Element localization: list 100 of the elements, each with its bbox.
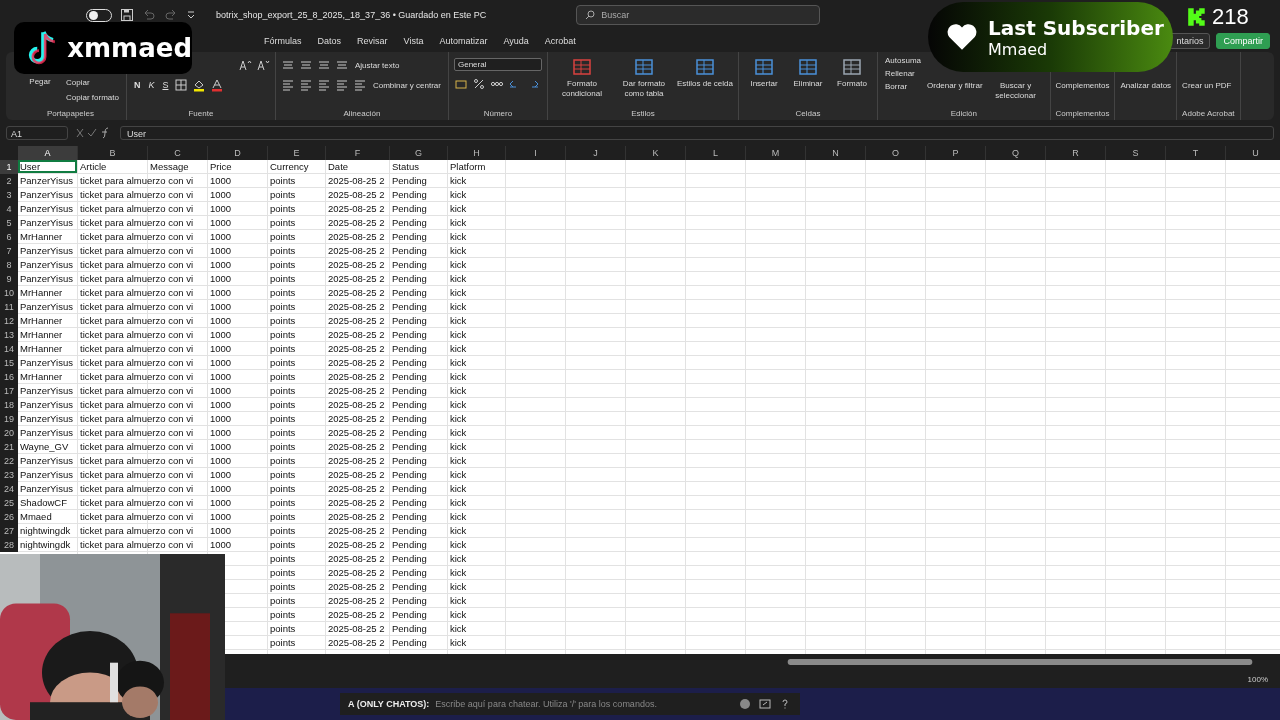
format-button[interactable]: K xyxy=(146,80,157,90)
ribbon-button[interactable]: Eliminar xyxy=(788,55,828,89)
menu-tab[interactable]: Vista xyxy=(403,34,424,48)
ribbon-button[interactable]: Copiar formato xyxy=(64,92,121,103)
ribbon-button[interactable]: Rellenar xyxy=(883,68,923,79)
align-icon[interactable] xyxy=(334,58,349,72)
row-header[interactable]: 28 xyxy=(0,538,18,552)
align-icon[interactable] xyxy=(334,78,349,92)
format-button[interactable]: S xyxy=(160,80,171,90)
row-header[interactable]: 2 xyxy=(0,174,18,188)
row-header[interactable]: 10 xyxy=(0,286,18,300)
row-header[interactable]: 1 xyxy=(0,160,18,174)
row-header[interactable]: 13 xyxy=(0,328,18,342)
menu-tab[interactable]: Datos xyxy=(317,34,342,48)
ribbon-button[interactable]: Dar formato como tabla xyxy=(614,55,673,99)
ribbon-button[interactable]: Copiar xyxy=(64,77,121,88)
ribbon-button[interactable]: Insertar xyxy=(744,55,784,89)
table-cell: 2025-08-25 2 xyxy=(328,454,385,467)
table-cell: MrHanner xyxy=(20,230,63,243)
undo-icon[interactable] xyxy=(142,8,156,22)
shrink-font-icon[interactable] xyxy=(255,58,270,72)
row-header[interactable]: 19 xyxy=(0,412,18,426)
row-header[interactable]: 20 xyxy=(0,426,18,440)
percent-icon[interactable] xyxy=(471,77,486,91)
row-header[interactable]: 12 xyxy=(0,314,18,328)
row-header[interactable]: 22 xyxy=(0,454,18,468)
grow-font-icon[interactable] xyxy=(237,58,252,72)
align-icon[interactable] xyxy=(298,58,313,72)
row-header[interactable]: 6 xyxy=(0,230,18,244)
zoom-level[interactable]: 100% xyxy=(1247,674,1268,684)
formula-field[interactable]: User xyxy=(120,126,1274,140)
row-header[interactable]: 4 xyxy=(0,202,18,216)
table-cell: MrHanner xyxy=(20,370,63,383)
search-field[interactable]: Buscar xyxy=(576,5,821,25)
align-icon[interactable] xyxy=(352,78,367,92)
format-button[interactable]: N xyxy=(131,80,143,90)
menu-tab[interactable]: Ayuda xyxy=(503,34,529,48)
menu-tab[interactable]: Fórmulas xyxy=(264,34,302,48)
save-icon[interactable] xyxy=(120,8,134,22)
table-cell: kick xyxy=(450,328,467,341)
name-box[interactable]: A1 xyxy=(6,126,68,140)
file-name[interactable]: botrix_shop_export_25_8_2025,_18_37_36 • Guardado en Este PC xyxy=(216,10,487,20)
align-icon[interactable] xyxy=(298,78,313,92)
wrap-text-button[interactable]: Ajustar texto xyxy=(352,59,402,71)
ribbon-button[interactable]: Ordenar y filtrar xyxy=(927,79,983,91)
row-header[interactable]: 9 xyxy=(0,272,18,286)
ribbon-button[interactable]: Formato xyxy=(832,55,872,89)
table-cell: Pending xyxy=(392,412,427,425)
row-header[interactable]: 23 xyxy=(0,468,18,482)
row-header[interactable]: 7 xyxy=(0,244,18,258)
menu-tab[interactable]: Automatizar xyxy=(439,34,488,48)
ribbon-button[interactable]: Estilos de celda xyxy=(676,55,733,89)
table-cell: PanzerYisus xyxy=(20,258,73,271)
row-header[interactable]: 15 xyxy=(0,356,18,370)
table-cell: 2025-08-25 2 xyxy=(328,412,385,425)
table-cell: User xyxy=(20,160,41,173)
row-header[interactable]: 8 xyxy=(0,258,18,272)
align-icon[interactable] xyxy=(316,78,331,92)
share-icon[interactable] xyxy=(758,697,772,711)
column-header[interactable]: A xyxy=(18,146,78,160)
fill-color-icon[interactable] xyxy=(192,78,207,92)
chat-bar[interactable]: A (ONLY CHATOS): Escribe aquí para chatear. Utiliza '/' para los comandos. xyxy=(340,693,800,715)
ribbon-button[interactable]: Complementos xyxy=(1055,79,1110,91)
menu-tab[interactable]: Revisar xyxy=(357,34,388,48)
chat-input[interactable]: Escribe aquí para chatear. Utiliza '/' para los comandos. xyxy=(435,698,732,710)
align-icon[interactable] xyxy=(280,58,295,72)
font-color-icon[interactable] xyxy=(210,78,225,92)
ribbon-button[interactable]: Crear un PDF xyxy=(1182,79,1232,91)
merge-center-button[interactable]: Combinar y centrar xyxy=(370,79,443,91)
row-header[interactable]: 24 xyxy=(0,482,18,496)
borders-icon[interactable] xyxy=(174,78,189,92)
row-header[interactable]: 21 xyxy=(0,440,18,454)
row-header[interactable]: 11 xyxy=(0,300,18,314)
row-header[interactable]: 3 xyxy=(0,188,18,202)
ribbon-button[interactable]: Pegar xyxy=(20,77,60,87)
row-header[interactable]: 25 xyxy=(0,496,18,510)
number-format-dropdown[interactable]: General xyxy=(453,58,542,71)
ribbon-button[interactable]: Autosuma xyxy=(883,55,923,66)
row-header[interactable]: 26 xyxy=(0,510,18,524)
table-cell: ticket para almuerzo con vi xyxy=(80,510,193,523)
row-header[interactable]: 18 xyxy=(0,398,18,412)
ribbon-button[interactable]: Formato condicional xyxy=(552,55,611,99)
row-header[interactable]: 27 xyxy=(0,524,18,538)
row-header[interactable]: 16 xyxy=(0,370,18,384)
menu-tab[interactable]: Acrobat xyxy=(544,34,576,48)
redo-icon[interactable] xyxy=(164,8,178,22)
ribbon-button[interactable]: Borrar xyxy=(883,81,923,92)
search-input[interactable]: Buscar xyxy=(601,9,782,21)
row-header[interactable]: 17 xyxy=(0,384,18,398)
table-cell: ticket para almuerzo con vi xyxy=(80,468,193,481)
ribbon-button[interactable]: Buscar y seleccionar xyxy=(986,79,1045,101)
row-header[interactable]: 14 xyxy=(0,342,18,356)
customize-icon[interactable] xyxy=(186,10,196,20)
align-icon[interactable] xyxy=(280,78,295,92)
ribbon-button[interactable]: Analizar datos xyxy=(1120,79,1172,91)
comments-button[interactable]: ntarios xyxy=(1169,33,1211,49)
row-header[interactable]: 5 xyxy=(0,216,18,230)
align-icon[interactable] xyxy=(316,58,331,72)
table-cell: 2025-08-25 2 xyxy=(328,594,385,607)
emoji-icon[interactable] xyxy=(738,697,752,711)
